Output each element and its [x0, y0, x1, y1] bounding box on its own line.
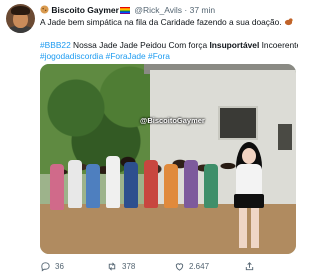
handle[interactable]: @Rick_Avils: [134, 5, 182, 15]
share-icon: [244, 261, 255, 272]
tweet-image[interactable]: @BiscoitoGaymer: [40, 64, 296, 254]
hashtag-jogodadiscordia[interactable]: #jogodadiscordia: [40, 51, 103, 61]
biscuit-emoji-icon: [40, 5, 49, 17]
image-person: [106, 156, 120, 208]
image-watermark: @BiscoitoGaymer: [140, 116, 205, 125]
image-door: [278, 124, 292, 150]
dot-separator: ·: [184, 5, 188, 15]
reply-button[interactable]: 36: [40, 259, 64, 273]
reply-count: 36: [55, 261, 64, 271]
image-window: [218, 106, 258, 140]
action-bar: 36 378 2.647: [40, 259, 294, 273]
tweet-text-line-1: A Jade bem simpática na fila da Caridade…: [40, 17, 296, 29]
avatar[interactable]: [6, 4, 35, 33]
tweet-text-2b: Incoerente: [259, 40, 298, 50]
display-name[interactable]: Biscoito Gaymer: [51, 5, 119, 15]
image-woman-face: [242, 148, 256, 164]
hand-emoji-icon: [295, 17, 296, 29]
image-person: [204, 164, 218, 208]
image-person: [50, 164, 64, 210]
retweet-count: 378: [122, 261, 136, 271]
hashtag-bbb22[interactable]: #BBB22: [40, 40, 71, 50]
image-person: [144, 160, 158, 208]
image-woman-skirt: [234, 194, 264, 208]
share-button[interactable]: [244, 259, 255, 273]
hashtag-forajade[interactable]: #ForaJade: [106, 51, 146, 61]
image-person: [124, 162, 138, 208]
tweet-card[interactable]: Biscoito Gaymer @Rick_Avils · 37 min A J…: [0, 0, 300, 279]
bird-emoji-icon: [284, 17, 293, 29]
reply-icon: [40, 261, 51, 272]
image-person: [68, 160, 82, 208]
retweet-button[interactable]: 378: [106, 259, 135, 273]
tweet-text-line-2: #BBB22 Nossa Jade Jade Peidou Com força …: [40, 40, 298, 51]
heart-icon: [174, 261, 185, 272]
avatar-hair: [11, 6, 30, 15]
image-woman-legs: [239, 208, 259, 248]
rainbow-flag-icon: [119, 7, 130, 14]
retweet-icon: [106, 261, 118, 272]
like-button[interactable]: 2.647: [174, 259, 209, 273]
image-person: [86, 164, 100, 208]
like-count: 2.647: [189, 261, 210, 271]
tweet-time[interactable]: 37 min: [190, 5, 216, 15]
tweet-text-bold: Insuportável: [209, 40, 260, 50]
tweet-header: Biscoito Gaymer @Rick_Avils · 37 min: [40, 5, 294, 17]
image-person: [184, 160, 198, 208]
tweet-text: A Jade bem simpática na fila da Caridade…: [40, 17, 282, 27]
tweet-text-line-3: #jogodadiscordia #ForaJade #Fora: [40, 51, 296, 62]
image-person: [164, 164, 178, 208]
hashtag-fora[interactable]: #Fora: [148, 51, 170, 61]
tweet-text-2a: Nossa Jade Jade Peidou Com força: [70, 40, 210, 50]
